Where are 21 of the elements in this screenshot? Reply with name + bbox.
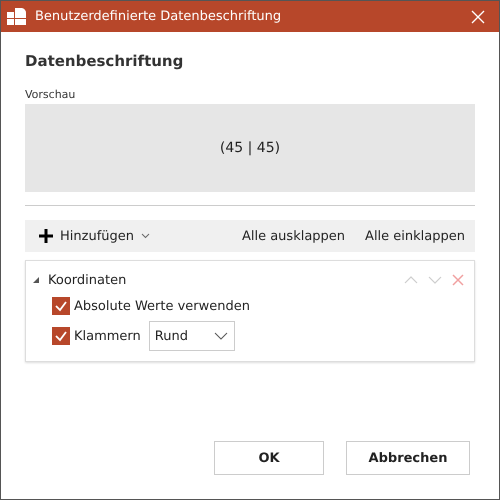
dropdown[interactable]: Rund xyxy=(148,321,235,351)
close-icon[interactable] xyxy=(471,10,485,24)
toolbar-button[interactable]: Alle ausklappen xyxy=(242,228,346,244)
checkbox[interactable] xyxy=(52,327,70,345)
chevron-down-icon xyxy=(141,233,150,239)
collapse-triangle-icon[interactable] xyxy=(32,276,40,284)
group-title: Koordinaten xyxy=(48,272,126,288)
app-logo-icon xyxy=(7,8,27,26)
cancel-button[interactable]: Abbrechen xyxy=(346,441,470,475)
preview-text: (45 | 45) xyxy=(220,140,280,156)
window-title: Benutzerdefinierte Datenbeschriftung xyxy=(35,9,282,24)
chevron-down-icon xyxy=(214,332,228,340)
plus-icon xyxy=(39,229,53,243)
section-heading: Datenbeschriftung xyxy=(25,52,184,70)
checkbox[interactable] xyxy=(52,297,70,315)
ok-button[interactable]: OK xyxy=(214,441,324,475)
option-label: Absolute Werte verwenden xyxy=(74,298,250,314)
add-button[interactable]: Hinzufügen xyxy=(39,228,150,244)
option-label: Klammern xyxy=(74,328,141,344)
toolbar-button[interactable]: Alle einklappen xyxy=(365,228,465,244)
preview-label: Vorschau xyxy=(25,88,76,101)
